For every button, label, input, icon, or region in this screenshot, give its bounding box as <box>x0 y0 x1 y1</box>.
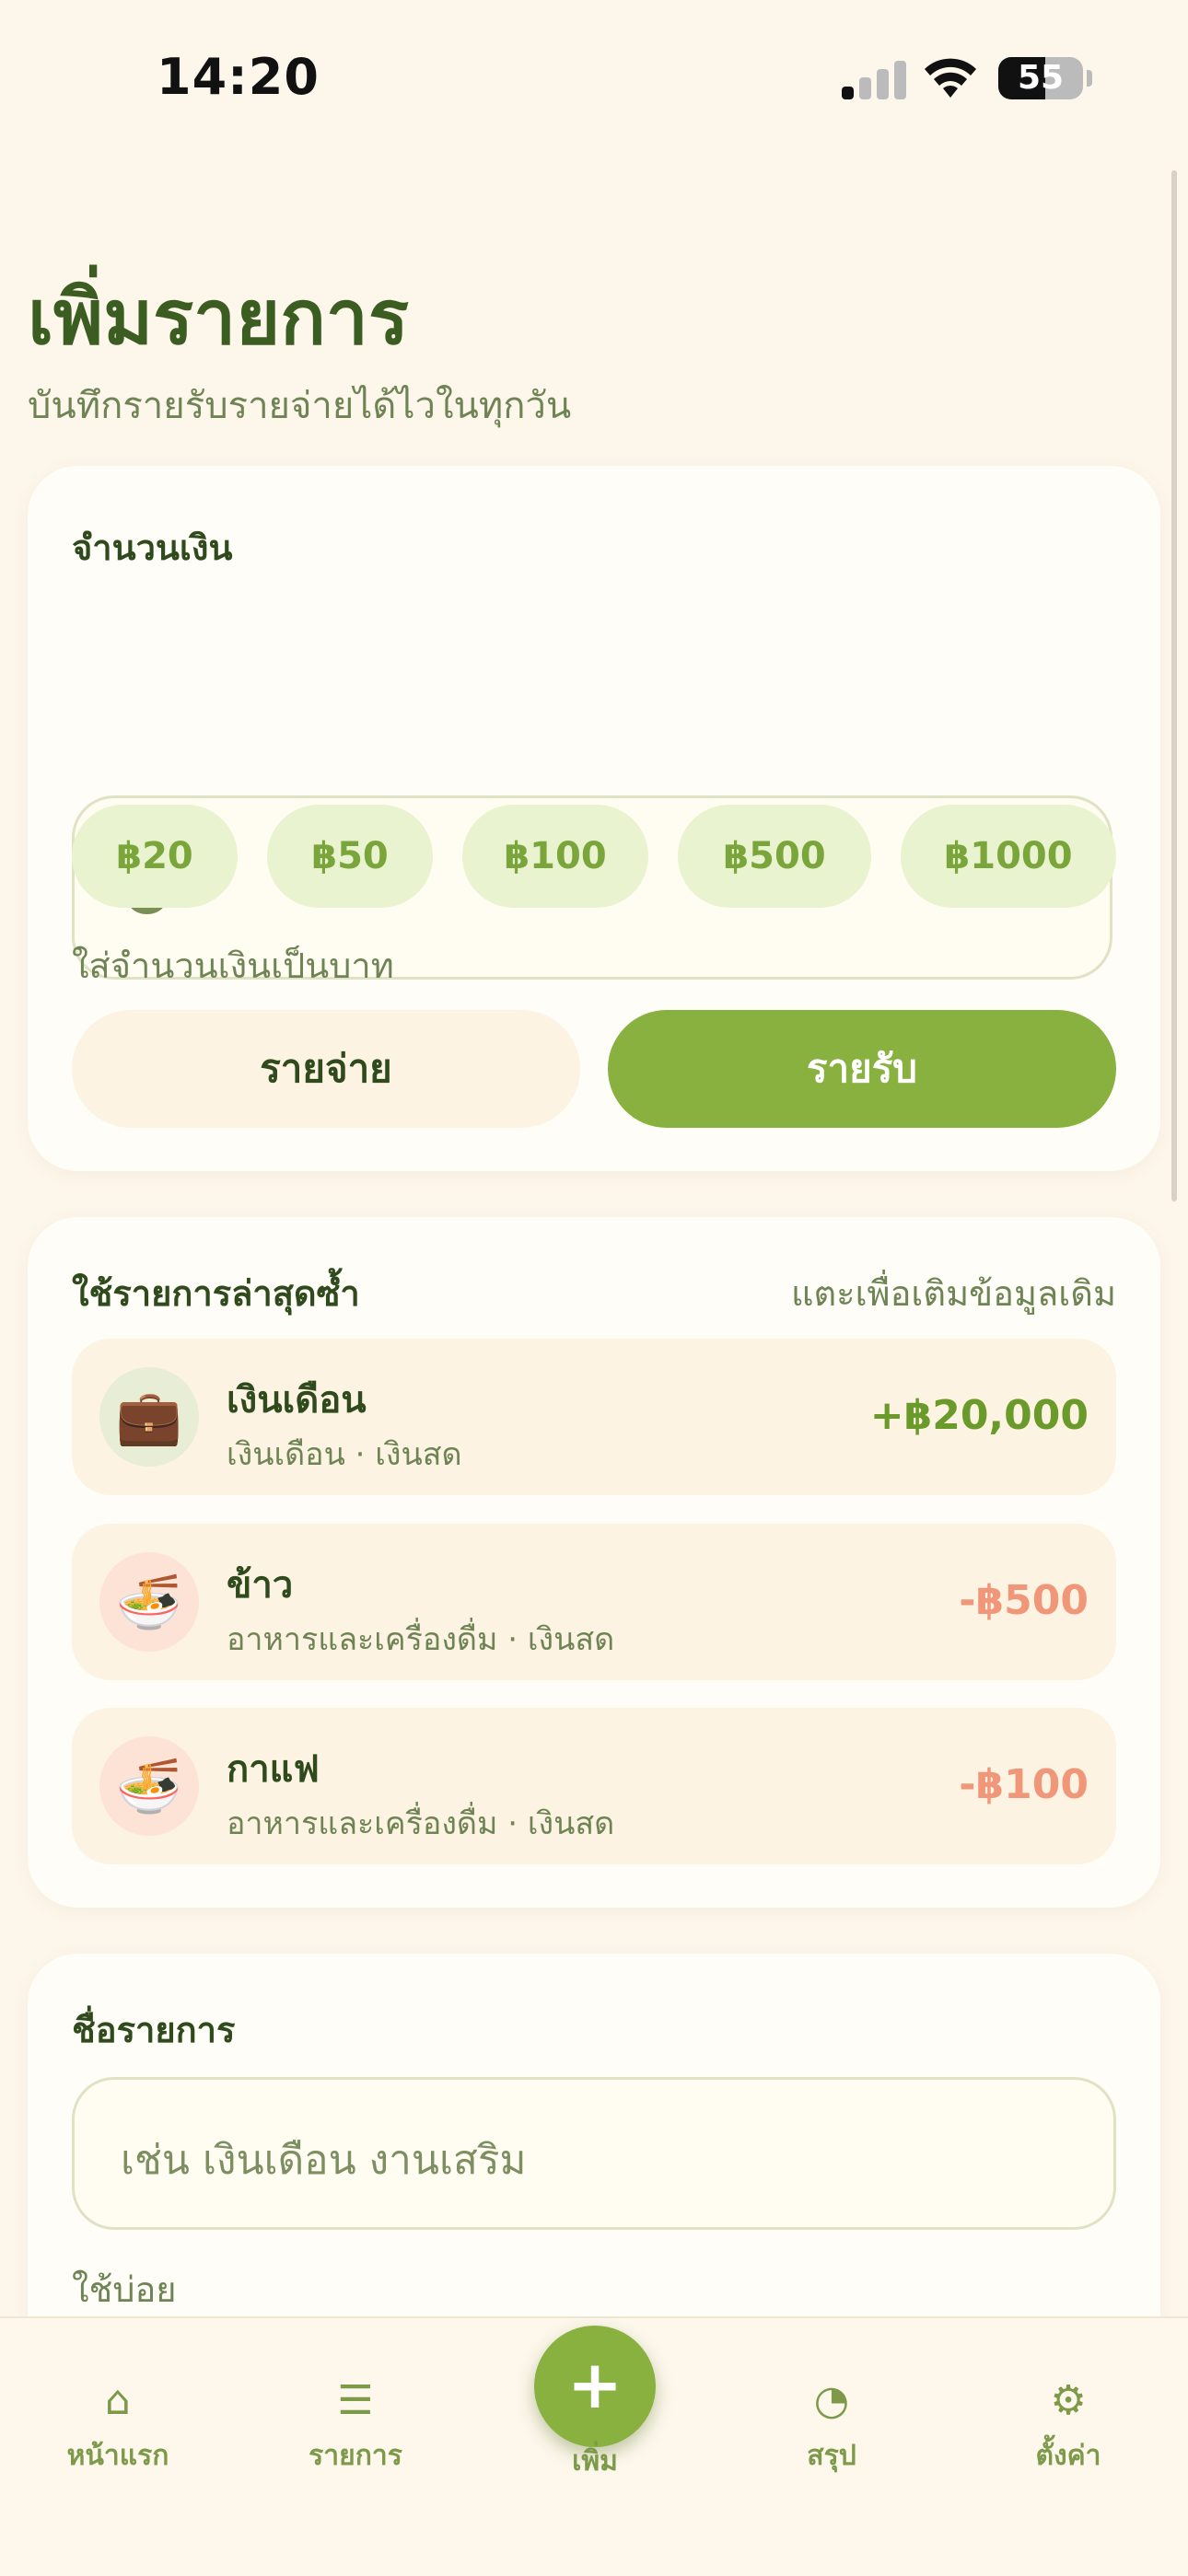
tab-list[interactable]: ☰ รายการ <box>263 2373 448 2477</box>
gear-icon: ⚙ <box>1050 2377 1087 2424</box>
quick-amount-100[interactable]: ฿100 <box>462 805 648 908</box>
recent-title: ใช้รายการล่าสุดซ้ำ <box>72 1273 360 1314</box>
recent-item-amount: -฿500 <box>959 1577 1089 1624</box>
amount-label: จำนวนเงิน <box>72 528 233 568</box>
tab-summary[interactable]: ◔ สรุป <box>740 2373 924 2477</box>
page-subtitle: บันทึกรายรับรายจ่ายได้ไวในทุกวัน <box>28 385 572 427</box>
battery-level: 55 <box>1017 59 1065 97</box>
quick-amount-500[interactable]: ฿500 <box>678 805 871 908</box>
add-button[interactable]: + <box>534 2326 656 2447</box>
tab-list-label: รายการ <box>309 2440 402 2472</box>
tab-settings-label: ตั้งค่า <box>1035 2440 1101 2472</box>
tab-home-label: หน้าแรก <box>66 2440 169 2472</box>
status-bar: 14:20 55 <box>0 0 1188 157</box>
recent-item-category: เงินเดือน · เงินสด <box>227 1436 462 1473</box>
wifi-icon <box>925 58 976 98</box>
home-icon: ⌂ <box>105 2377 131 2424</box>
signal-icon <box>842 61 906 99</box>
tab-home[interactable]: ⌂ หน้าแรก <box>26 2373 210 2477</box>
tab-summary-label: สรุป <box>807 2440 856 2472</box>
status-time: 14:20 <box>157 48 320 106</box>
frequent-label: ใช้บ่อย <box>72 2269 177 2310</box>
noodle-bowl-icon: 🍜 <box>99 1736 199 1836</box>
income-type-button[interactable]: รายรับ <box>608 1010 1116 1128</box>
recent-item-name: กาแฟ <box>227 1748 320 1791</box>
recent-item[interactable]: 🍜 กาแฟ อาหารและเครื่องดื่ม · เงินสด -฿10… <box>72 1708 1116 1864</box>
battery-icon: 55 <box>998 57 1083 99</box>
page-title: เพิ่มรายการ <box>28 274 410 362</box>
recent-item[interactable]: 🍜 ข้าว อาหารและเครื่องดื่ม · เงินสด -฿50… <box>72 1524 1116 1680</box>
item-name-input[interactable]: เช่น เงินเดือน งานเสริม <box>72 2077 1116 2230</box>
scrollbar[interactable] <box>1171 170 1177 1201</box>
recent-hint: แตะเพื่อเติมข้อมูลเดิม <box>790 1273 1116 1314</box>
recent-item[interactable]: 💼 เงินเดือน เงินเดือน · เงินสด +฿20,000 <box>72 1339 1116 1495</box>
amount-hint: ใส่จำนวนเงินเป็นบาท <box>72 946 394 986</box>
recent-item-amount: +฿20,000 <box>869 1392 1089 1439</box>
recent-item-amount: -฿100 <box>959 1761 1089 1808</box>
recent-item-name: ข้าว <box>227 1564 294 1607</box>
quick-amount-20[interactable]: ฿20 <box>72 805 238 908</box>
battery-tip <box>1087 70 1092 87</box>
quick-amount-50[interactable]: ฿50 <box>267 805 433 908</box>
recent-item-category: อาหารและเครื่องดื่ม · เงินสด <box>227 1621 615 1658</box>
tab-settings[interactable]: ⚙ ตั้งค่า <box>976 2373 1160 2477</box>
expense-type-button[interactable]: รายจ่าย <box>72 1010 580 1128</box>
recent-item-name: เงินเดือน <box>227 1379 367 1421</box>
list-icon: ☰ <box>337 2377 374 2424</box>
item-name-placeholder: เช่น เงินเดือน งานเสริม <box>121 2137 527 2184</box>
pie-chart-icon: ◔ <box>813 2377 850 2424</box>
quick-amount-1000[interactable]: ฿1000 <box>901 805 1116 908</box>
tab-add-label: เพิ่ม <box>572 2445 618 2477</box>
plus-icon: + <box>566 2346 623 2423</box>
name-label: ชื่อรายการ <box>72 2010 236 2050</box>
briefcase-icon: 💼 <box>99 1367 199 1467</box>
recent-item-category: อาหารและเครื่องดื่ม · เงินสด <box>227 1805 615 1842</box>
noodle-bowl-icon: 🍜 <box>99 1552 199 1652</box>
